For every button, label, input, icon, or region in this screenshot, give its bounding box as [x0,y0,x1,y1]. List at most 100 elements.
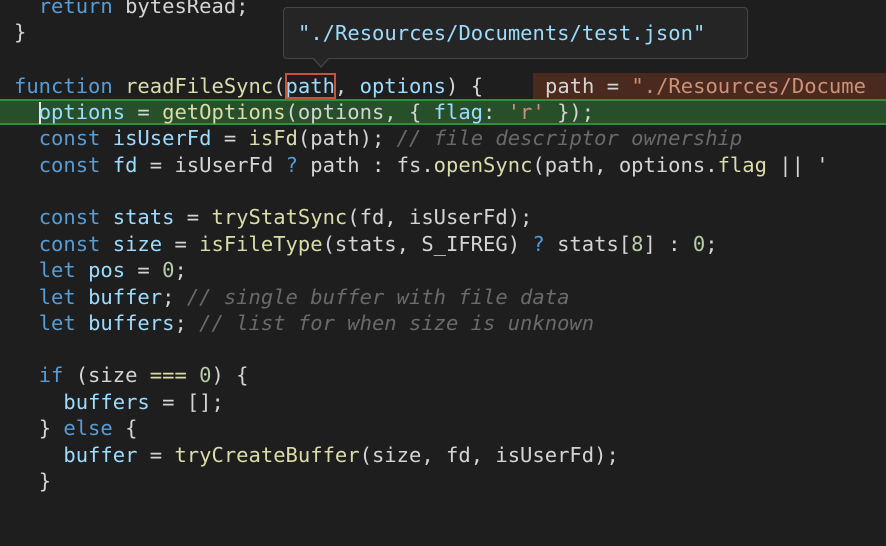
keyword: else [63,416,113,440]
code-line: const isUserFd = isFd(path); // file des… [0,125,886,151]
code-text: = [174,205,212,229]
variable: buffers [63,390,150,414]
keyword: const [38,126,101,150]
code-line: } [0,468,886,494]
code-text: ) { [446,74,484,98]
inline-value-name: path [545,74,595,98]
function-call: getOptions [162,100,286,124]
number-literal: 0 [199,363,212,387]
code-text: stats[ [544,232,632,256]
hover-tooltip: "./Resources/Documents/test.json" [283,7,748,59]
function-call: tryStatSync [211,205,348,229]
variable: size [112,232,163,256]
variable: isUserFd [112,126,212,150]
code-text: = [125,100,163,124]
code-text: (size, fd, isUserFd); [359,443,619,467]
current-execution-line: options = getOptions(options, { flag: 'r… [0,99,886,125]
code-line: } else { [0,415,886,441]
code-text: (path); [297,126,397,150]
code-text: isUserFd [174,153,286,177]
number-literal: 0 [162,258,175,282]
keyword: const [38,232,101,256]
property: flag [433,100,484,124]
operator: ? [285,153,298,177]
function-call: isFileType [199,232,323,256]
code-text: ; [162,285,187,309]
keyword: const [38,153,101,177]
operator: === [149,363,187,387]
property: flag [717,153,767,177]
code-text: ; [174,311,200,335]
function-name: readFileSync [125,74,274,98]
code-line: const fd = isUserFd ? path : fs.openSync… [0,152,886,178]
code-text: (fd, isUserFd); [347,205,533,229]
variable: buffer [63,443,138,467]
code-text: (size [63,363,150,387]
code-text: = [162,232,200,256]
code-text: ; [705,232,718,256]
code-text: bytesRead; [112,0,249,18]
keyword: let [38,258,76,282]
code-line: let pos = 0; [0,257,886,283]
code-text: path : fs. [297,153,434,177]
code-text: ] : [643,232,693,256]
code-text: , [334,74,360,98]
code-text: }); [544,100,595,124]
variable: buffers [88,311,175,335]
number-literal: 8 [631,232,644,256]
code-text: = [137,443,175,467]
code-line: let buffer; // single buffer with file d… [0,284,886,310]
code-text: (options, { [285,100,434,124]
comment: // list for when size is unknown [199,311,595,335]
code-line: const size = isFileType(stats, S_IFREG) … [0,231,886,257]
comment: // single buffer with file data [186,285,570,309]
code-text: []; [186,390,224,414]
keyword: function [14,74,113,98]
variable: pos [88,258,126,282]
code-text: = [149,390,187,414]
inline-debug-value: path = "./Resources/Docume [533,73,886,99]
code-text: = [211,126,249,150]
operator: ? [532,232,545,256]
code-text: (path, options. [532,153,718,177]
variable: options [38,100,126,124]
tooltip-arrow-inner [313,57,329,66]
variable: stats [112,205,175,229]
code-text: ; [174,258,187,282]
function-call: openSync [433,153,533,177]
keyword: const [38,205,101,229]
code-line: buffer = tryCreateBuffer(size, fd, isUse… [0,442,886,468]
code-text: (stats, S_IFREG) [322,232,533,256]
function-call: isFd [248,126,298,150]
string-literal: 'r' [507,100,545,124]
code-text: } [38,416,64,440]
keyword: let [38,285,76,309]
keyword: if [38,363,64,387]
code-text: = [125,258,163,282]
inline-value-text: "./Resources/Docume [631,74,866,98]
code-text: } [14,20,27,44]
number-literal: 0 [692,232,706,256]
hovered-parameter-path[interactable]: path [284,73,336,99]
keyword: let [38,311,76,335]
code-text: = [137,153,175,177]
comment: // file descriptor ownership [396,126,743,150]
code-line: buffers = []; [0,389,886,415]
variable: fd [112,153,138,177]
code-line: let buffers; // list for when size is un… [0,310,886,336]
variable: buffer [88,285,163,309]
code-line: const stats = tryStatSync(fd, isUserFd); [0,204,886,230]
keyword: return [38,0,113,18]
code-text: : [483,100,508,124]
code-editor[interactable]: return bytesRead; } function readFileSyn… [0,0,886,520]
function-call: tryCreateBuffer [174,443,360,467]
code-text: { [112,416,138,440]
tooltip-text: "./Resources/Documents/test.json" [298,21,706,45]
code-text: || ' [766,153,829,177]
inline-value-eq: = [594,74,632,98]
code-line: if (size === 0) { [0,362,886,388]
code-text: ) { [211,363,249,387]
parameter: options [359,74,447,98]
code-text: } [38,469,52,493]
